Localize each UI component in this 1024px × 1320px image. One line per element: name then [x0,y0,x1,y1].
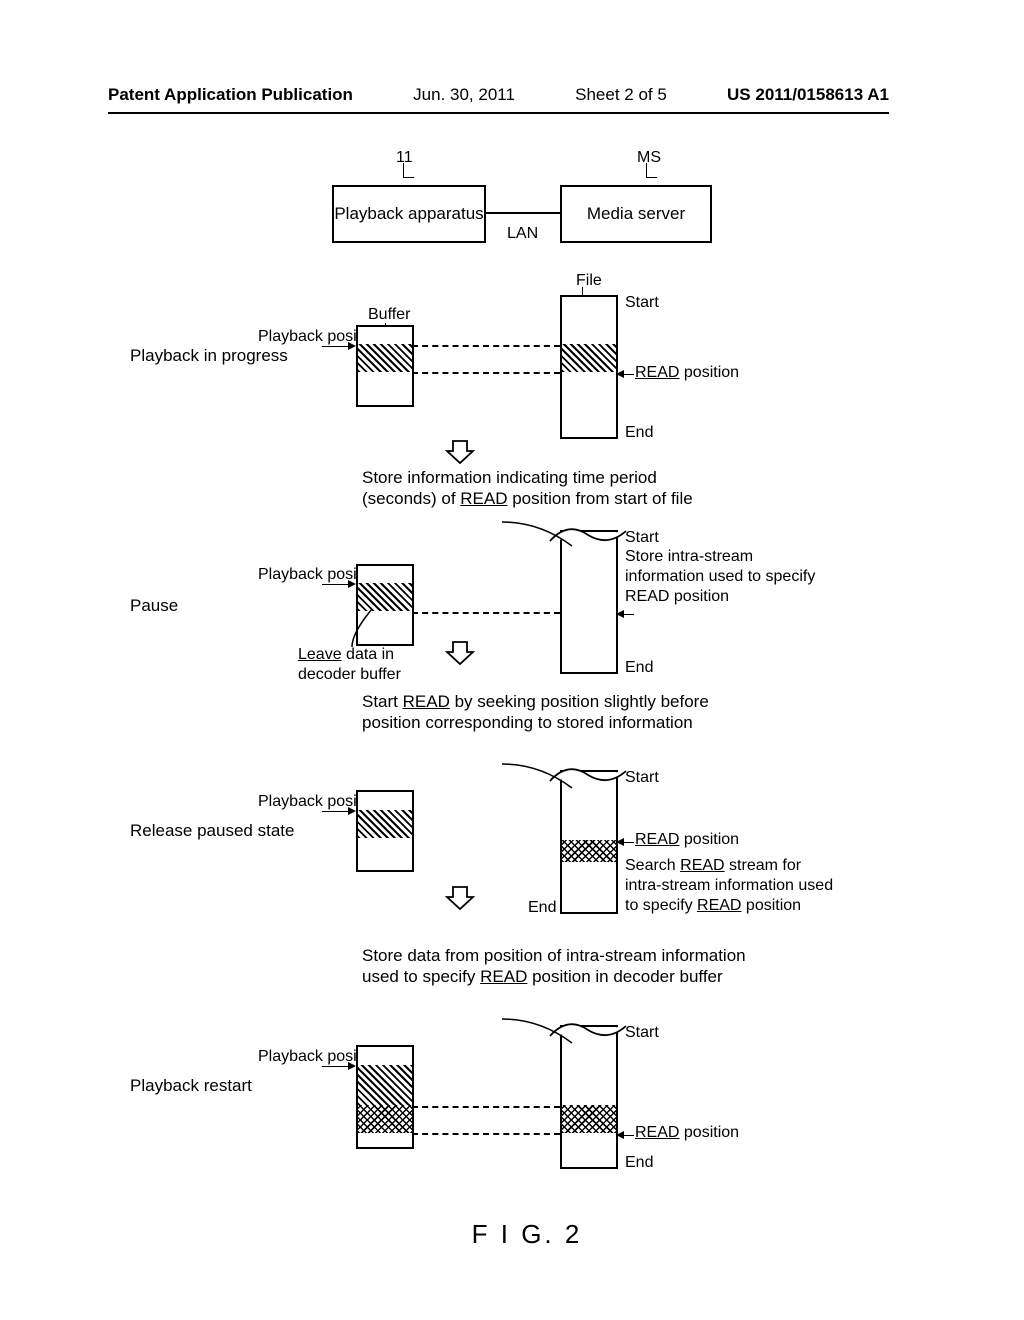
s2-note1: Store intra-stream information used to s… [625,547,825,607]
s2-end: End [625,658,653,678]
s3-read: READ position [635,830,739,850]
playback-apparatus-box: Playback apparatus [332,185,486,243]
s3-caption-leader [500,762,580,792]
s3-read-arrow [616,838,634,846]
sheet-number: Sheet 2 of 5 [575,85,667,105]
s2-read-arrow [616,610,634,618]
s3-start: Start [625,768,659,788]
s3-pb-arrow [322,807,356,815]
s4-buffer-cross [356,1105,414,1133]
s1-buffer-hatch [356,344,414,372]
s1-dash2 [412,372,560,374]
s3-buffer-hatch [356,810,414,838]
s4-file-cross [560,1105,618,1133]
s4-end: End [625,1153,653,1173]
s3-file-cross [560,840,618,862]
page: Patent Application Publication Jun. 30, … [0,0,1024,1320]
lan-line [484,212,560,214]
playback-apparatus-label: Playback apparatus [334,204,483,224]
bracket-ms [646,163,657,178]
s3-note1: Search READ stream for intra-stream info… [625,856,840,916]
stage-pause: Pause Playback position Leave data indec… [130,425,924,585]
s1-read: READ position [635,363,739,383]
s4-pb-arrow [322,1062,356,1070]
caption-3: Store data from position of intra-stream… [362,945,762,988]
header-rule [108,112,889,114]
caption-2: Start READ by seeking position slightly … [362,691,742,734]
media-server-box: Media server [560,185,712,243]
s4-start: Start [625,1023,659,1043]
figure-label: F I G. 2 [130,1219,924,1250]
s3-end: End [528,898,556,918]
down-arrow-3 [445,885,475,911]
bracket-11 [403,163,414,178]
s1-start: Start [625,293,659,313]
s4-dash1 [412,1106,560,1108]
stage3-label: Release paused state [130,820,294,842]
s4-read: READ position [635,1123,739,1143]
stage1-label: Playback in progress [130,345,288,367]
s1-file-hatch [560,344,618,372]
s2-file [560,530,618,674]
down-arrow-2 [445,640,475,666]
s1-read-arrow [616,370,634,378]
s2-caption-leader [500,520,580,550]
s2-dash [412,612,560,614]
s2-leave: Leave data indecoder buffer [298,645,401,685]
media-server-label: Media server [587,204,685,224]
s2-pb-arrow [322,580,356,588]
stage2-label: Pause [130,595,178,617]
s2-leave-leader [350,607,374,649]
s1-pb-arrow [322,342,356,350]
header: Patent Application Publication Jun. 30, … [0,85,1024,105]
lan-label: LAN [507,225,538,243]
stage-release-paused: Release paused state Playback position S… [130,770,924,970]
figure-content: 11 Playback apparatus LAN MS Media serve… [130,145,924,1280]
s2-start: Start [625,528,659,548]
s4-read-arrow [616,1131,634,1139]
publication-type: Patent Application Publication [108,85,353,105]
s4-dash2 [412,1133,560,1135]
s1-dash1 [412,345,560,347]
publication-number: US 2011/0158613 A1 [727,85,889,105]
buffer-label: Buffer [368,305,410,325]
stage4-label: Playback restart [130,1075,252,1097]
s4-buffer-hatch [356,1065,414,1105]
publication-date: Jun. 30, 2011 [413,85,515,105]
stage-playback-restart: Playback restart Playback position Start… [130,1025,924,1205]
s4-caption-leader [500,1017,580,1047]
top-box-row: 11 Playback apparatus LAN MS Media serve… [130,185,924,265]
